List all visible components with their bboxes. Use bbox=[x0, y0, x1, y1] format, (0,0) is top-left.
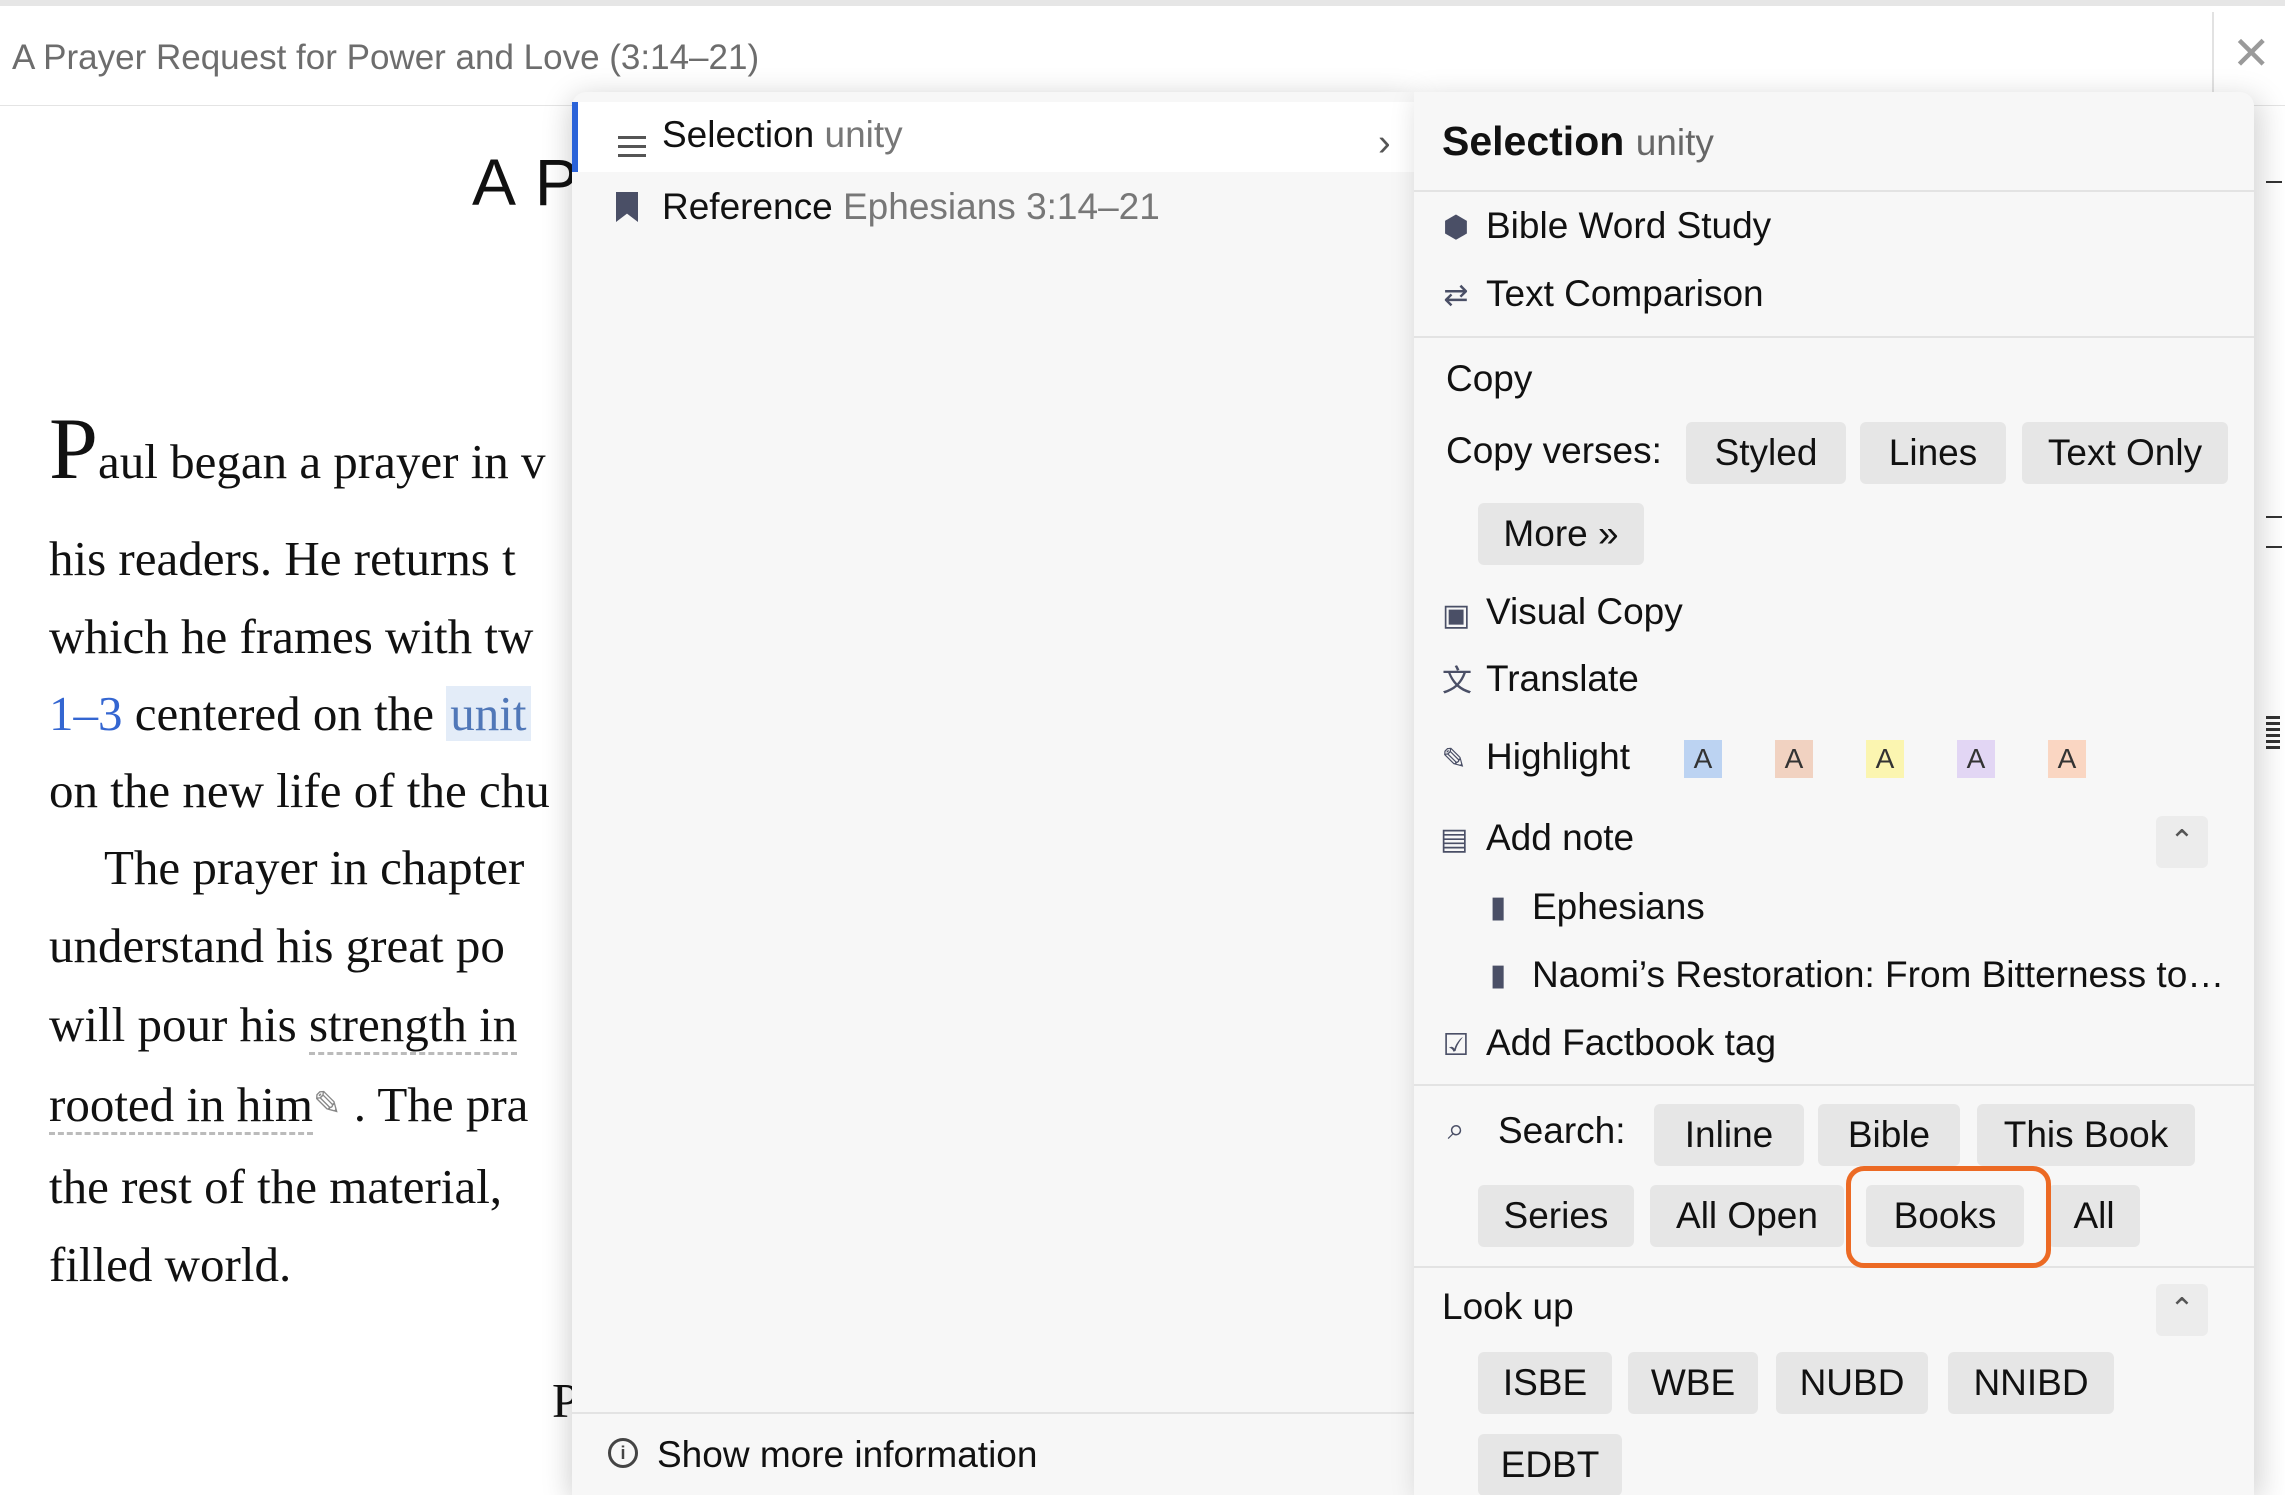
scripture-link[interactable]: 1–3 bbox=[49, 686, 123, 741]
panel-header: Selection unity bbox=[1442, 118, 1714, 164]
visual-copy-icon: ▣ bbox=[1442, 599, 1471, 632]
highlighter-icon: ✎ bbox=[1441, 743, 1467, 776]
highlight-swatch-yellow[interactable]: A bbox=[1866, 740, 1904, 778]
copy-more-button[interactable]: More » bbox=[1478, 503, 1644, 565]
add-note-label[interactable]: Add note bbox=[1486, 817, 1634, 859]
copy-styled-button[interactable]: Styled bbox=[1686, 422, 1846, 484]
highlight-swatch-orange[interactable]: A bbox=[2048, 740, 2086, 778]
bible-word-study-link[interactable]: Bible Word Study bbox=[1486, 205, 1771, 247]
scroll-tick bbox=[2266, 181, 2282, 183]
translate-link[interactable]: Translate bbox=[1486, 658, 1639, 700]
drop-cap: P bbox=[49, 401, 98, 498]
text-lines-icon bbox=[618, 136, 646, 162]
compare-arrows-icon: ⇄ bbox=[1443, 279, 1469, 312]
translate-icon: 文 bbox=[1442, 665, 1472, 698]
show-more-label: Show more information bbox=[657, 1434, 1038, 1475]
look-up-heading: Look up bbox=[1442, 1286, 1574, 1327]
highlight-label: Highlight bbox=[1486, 736, 1630, 777]
chevron-up-icon[interactable]: ⌃ bbox=[2156, 1284, 2208, 1336]
highlight-swatch-blue[interactable]: A bbox=[1684, 740, 1722, 778]
bookmark-icon bbox=[616, 192, 638, 222]
text-line: 1–3 centered on the unit bbox=[49, 685, 531, 742]
text-line: his readers. He returns t bbox=[49, 531, 516, 586]
word-study-icon: ⬢ bbox=[1442, 211, 1470, 244]
menu-item-label: Selection unity bbox=[662, 114, 903, 155]
pencil-icon[interactable]: ✎ bbox=[313, 1084, 342, 1124]
search-all-button[interactable]: All bbox=[2048, 1185, 2140, 1247]
search-this-book-button[interactable]: This Book bbox=[1977, 1104, 2195, 1166]
window-titlebar: A Prayer Request for Power and Love (3:1… bbox=[0, 0, 2285, 106]
text-line: which he frames with tw bbox=[49, 609, 534, 664]
divider bbox=[1414, 1084, 2254, 1086]
context-menu: Selection unity › Reference Ephesians 3:… bbox=[572, 92, 1414, 1495]
text-line: The prayer in chapter bbox=[104, 840, 525, 895]
copy-lines-button[interactable]: Lines bbox=[1860, 422, 2006, 484]
text-line: will pour his strength in bbox=[49, 996, 518, 1055]
text-line: rooted in him✎ . The pra bbox=[49, 1076, 529, 1135]
notebook-item[interactable]: Ephesians bbox=[1532, 886, 1705, 928]
add-factbook-tag-link[interactable]: Add Factbook tag bbox=[1486, 1022, 1776, 1064]
text-line: understand his great po bbox=[49, 918, 505, 973]
chevron-up-icon[interactable]: ⌃ bbox=[2156, 816, 2208, 868]
text-line: Paul began a prayer in v bbox=[49, 406, 546, 494]
section-heading: A P bbox=[472, 145, 581, 219]
focus-ring bbox=[1846, 1166, 2051, 1268]
visual-copy-link[interactable]: Visual Copy bbox=[1486, 591, 1683, 633]
text-segment: will pour his bbox=[49, 997, 297, 1052]
lookup-nnibd-button[interactable]: NNIBD bbox=[1948, 1352, 2114, 1414]
lookup-isbe-button[interactable]: ISBE bbox=[1478, 1352, 1612, 1414]
text-comparison-link[interactable]: Text Comparison bbox=[1486, 273, 1764, 315]
selected-word[interactable]: unit bbox=[446, 686, 531, 741]
annotated-phrase[interactable]: strength in bbox=[308, 997, 518, 1055]
notebook-icon: ▮ bbox=[1489, 959, 1507, 992]
selection-panel: Selection unity ⬢ Bible Word Study ⇄ Tex… bbox=[1414, 92, 2254, 1495]
close-icon[interactable]: ✕ bbox=[2232, 30, 2271, 76]
divider bbox=[1414, 336, 2254, 338]
copy-verses-label: Copy verses: bbox=[1446, 430, 1662, 471]
lookup-wbe-button[interactable]: WBE bbox=[1628, 1352, 1758, 1414]
search-all-open-button[interactable]: All Open bbox=[1650, 1185, 1844, 1247]
copy-text-only-button[interactable]: Text Only bbox=[2022, 422, 2228, 484]
search-icon: ⌕ bbox=[1447, 1113, 1465, 1146]
scroll-tick bbox=[2266, 546, 2282, 548]
notebook-icon: ▮ bbox=[1489, 891, 1507, 924]
menu-item-reference[interactable]: Reference Ephesians 3:14–21 bbox=[662, 186, 1160, 228]
text-line: filled world. bbox=[49, 1237, 292, 1292]
annotated-phrase[interactable]: rooted in him bbox=[49, 1077, 314, 1135]
text-segment: centered on the bbox=[134, 686, 435, 741]
text-line: on the new life of the chu bbox=[49, 763, 550, 818]
copy-heading: Copy bbox=[1446, 358, 1533, 399]
scroll-tick bbox=[2266, 516, 2282, 518]
text-segment: . The pra bbox=[353, 1077, 529, 1132]
divider bbox=[1414, 1266, 2254, 1268]
info-icon: i bbox=[608, 1438, 638, 1468]
search-bible-button[interactable]: Bible bbox=[1818, 1104, 1960, 1166]
scrollbar-thumb[interactable] bbox=[2266, 716, 2280, 752]
text-segment: aul began a prayer in v bbox=[97, 434, 546, 489]
window-title: A Prayer Request for Power and Love (3:1… bbox=[12, 38, 760, 77]
highlight-swatch-purple[interactable]: A bbox=[1957, 740, 1995, 778]
chevron-right-icon: › bbox=[1378, 122, 1391, 164]
search-label: Search: bbox=[1498, 1110, 1626, 1151]
lookup-edbt-button[interactable]: EDBT bbox=[1478, 1434, 1622, 1495]
menu-item-selection[interactable]: Selection unity › bbox=[572, 102, 1414, 172]
notebook-item[interactable]: Naomi’s Restoration: From Bitterness to… bbox=[1532, 954, 2224, 996]
show-more-info[interactable]: i Show more information bbox=[572, 1412, 1414, 1495]
divider bbox=[1414, 190, 2254, 192]
search-inline-button[interactable]: Inline bbox=[1654, 1104, 1804, 1166]
highlight-swatch-tan[interactable]: A bbox=[1775, 740, 1813, 778]
checkbox-icon: ☑ bbox=[1442, 1029, 1470, 1062]
text-line: the rest of the material, bbox=[49, 1159, 503, 1214]
search-series-button[interactable]: Series bbox=[1478, 1185, 1634, 1247]
note-icon: ▤ bbox=[1440, 823, 1469, 856]
lookup-nubd-button[interactable]: NUBD bbox=[1776, 1352, 1928, 1414]
